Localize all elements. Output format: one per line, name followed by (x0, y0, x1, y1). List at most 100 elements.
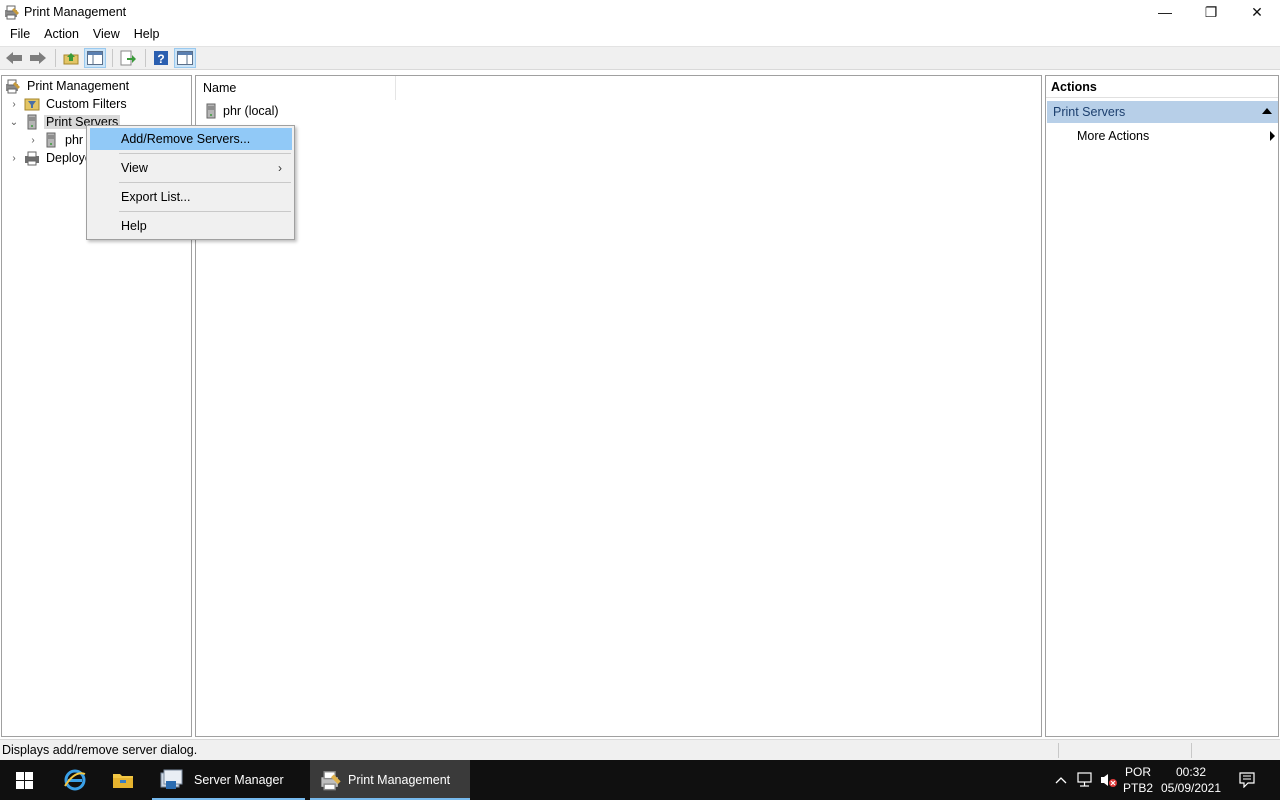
clock-time: 00:32 (1175, 765, 1207, 779)
show-hidden-icons-button[interactable] (1052, 760, 1070, 800)
context-menu-add-remove-servers[interactable]: Add/Remove Servers... (90, 128, 292, 150)
tree-label: Print Management (27, 79, 130, 93)
taskbar-clock[interactable]: 00:32 05/09/2021 (1160, 764, 1222, 796)
more-actions-item[interactable]: More Actions (1077, 127, 1277, 145)
collapse-triangle-icon[interactable] (1262, 108, 1272, 114)
context-menu: Add/Remove Servers... View › Export List… (86, 125, 295, 240)
restore-button[interactable]: ❐ (1188, 0, 1234, 24)
tree-label: phr (65, 133, 84, 147)
volume-muted-icon (1101, 774, 1117, 787)
help-button[interactable]: ? (150, 48, 172, 68)
clock-date: 05/09/2021 (1160, 781, 1222, 795)
taskbar-app-print-management[interactable]: Print Management (310, 760, 470, 800)
forward-arrow-icon (30, 52, 46, 64)
file-explorer-button[interactable] (99, 760, 147, 800)
action-center-button[interactable] (1232, 760, 1262, 800)
server-icon (203, 103, 219, 119)
console-tree-icon (87, 51, 103, 65)
actions-section-label: Print Servers (1053, 105, 1126, 119)
list-item-label: phr (local) (223, 104, 279, 118)
context-menu-view[interactable]: View › (90, 157, 292, 179)
taskbar-app-server-manager[interactable]: Server Manager (152, 760, 305, 800)
toolbar: ? (0, 46, 1280, 70)
status-divider (1191, 743, 1192, 758)
list-item[interactable]: phr (local) (203, 102, 279, 120)
menu-separator (119, 182, 291, 183)
window-title: Print Management (24, 5, 127, 19)
status-divider (1058, 743, 1059, 758)
context-menu-view-label: View (121, 161, 148, 175)
back-button[interactable] (3, 48, 25, 68)
actions-header: Actions (1046, 76, 1278, 98)
menu-bar: File Action View Help (0, 24, 1280, 44)
show-hide-tree-button[interactable] (84, 48, 106, 68)
internet-explorer-icon (64, 769, 86, 791)
svg-text:?: ? (157, 52, 164, 66)
start-button[interactable] (0, 760, 48, 800)
tree-item-server-phr[interactable]: › phr (27, 131, 85, 149)
folder-icon (113, 774, 133, 788)
status-bar: Displays add/remove server dialog. (0, 739, 1280, 760)
network-tray-button[interactable] (1074, 760, 1096, 800)
results-pane: Name phr (local) (195, 75, 1042, 737)
context-menu-help[interactable]: Help (90, 215, 292, 237)
show-hide-action-pane-button[interactable] (174, 48, 196, 68)
chevron-right-icon[interactable]: › (27, 135, 39, 146)
minimize-button[interactable]: — (1142, 0, 1188, 24)
more-actions-label: More Actions (1077, 129, 1150, 143)
taskbar-app-label: Print Management (348, 773, 451, 787)
tree-item-deployed-printers[interactable]: › Deploye (8, 149, 94, 167)
tree-item-print-management[interactable]: Print Management (5, 77, 131, 95)
forward-button[interactable] (27, 48, 49, 68)
print-management-icon (4, 4, 20, 20)
export-list-button[interactable] (117, 48, 139, 68)
print-management-icon (5, 78, 21, 94)
taskbar-app-label: Server Manager (194, 773, 284, 787)
up-level-button[interactable] (60, 48, 82, 68)
filter-folder-icon (24, 96, 40, 112)
actions-pane: Actions Print Servers More Actions (1045, 75, 1279, 737)
network-icon (1077, 772, 1092, 787)
language-code: POR (1124, 765, 1151, 779)
export-icon (120, 50, 136, 66)
keyboard-layout: PTB2 (1122, 781, 1153, 795)
menu-help[interactable]: Help (127, 24, 167, 44)
chevron-up-icon (1055, 777, 1067, 784)
input-language-indicator[interactable]: POR PTB2 (1120, 764, 1156, 796)
windows-logo-icon (15, 771, 33, 789)
chevron-right-icon[interactable]: › (8, 153, 20, 164)
volume-tray-button[interactable] (1098, 760, 1120, 800)
taskbar: Server Manager Print Management POR PTB2… (0, 760, 1280, 800)
menu-file[interactable]: File (3, 24, 37, 44)
menu-separator (119, 211, 291, 212)
toolbar-separator (145, 49, 146, 67)
server-manager-icon (160, 769, 184, 791)
status-text: Displays add/remove server dialog. (2, 743, 198, 757)
printer-icon (24, 150, 40, 166)
folder-up-icon (63, 53, 79, 65)
print-management-icon (320, 769, 342, 791)
chevron-right-icon[interactable]: › (8, 99, 20, 110)
action-pane-icon (177, 51, 193, 65)
actions-section-print-servers[interactable]: Print Servers (1047, 101, 1278, 123)
context-menu-export-list[interactable]: Export List... (90, 186, 292, 208)
internet-explorer-button[interactable] (51, 760, 99, 800)
close-button[interactable]: ✕ (1234, 0, 1280, 24)
toolbar-separator (112, 49, 113, 67)
column-header-name[interactable]: Name (196, 76, 396, 100)
title-bar: Print Management — ❐ ✕ (0, 0, 1280, 24)
menu-separator (119, 153, 291, 154)
submenu-arrow-icon (1270, 131, 1275, 141)
menu-action[interactable]: Action (37, 24, 86, 44)
submenu-chevron-icon: › (278, 161, 282, 175)
notification-icon (1239, 772, 1255, 788)
back-arrow-icon (6, 52, 22, 64)
tree-label: Custom Filters (46, 97, 127, 111)
chevron-down-icon[interactable]: ⌄ (8, 117, 20, 128)
tree-item-custom-filters[interactable]: › Custom Filters (8, 95, 129, 113)
toolbar-separator (55, 49, 56, 67)
help-icon: ? (154, 51, 168, 66)
server-icon (43, 132, 59, 148)
menu-view[interactable]: View (86, 24, 127, 44)
server-icon (24, 114, 40, 130)
